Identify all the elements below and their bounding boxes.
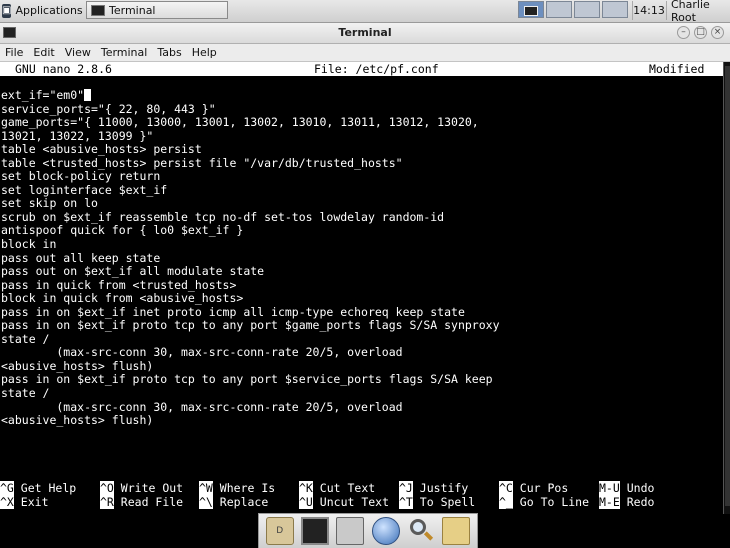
user-menu[interactable]: Charlie Root bbox=[666, 0, 730, 24]
text-cursor bbox=[84, 89, 92, 101]
editor-line: game_ports="{ 11000, 13000, 13001, 13002… bbox=[1, 115, 479, 130]
menu-help[interactable]: Help bbox=[187, 46, 222, 59]
editor-line: <abusive_hosts> flush) bbox=[1, 358, 154, 373]
terminal-icon bbox=[91, 4, 105, 16]
editor-line: set loginterface $ext_if bbox=[1, 182, 168, 197]
editor-line: block in quick from <abusive_hosts> bbox=[1, 291, 244, 306]
editor-text[interactable]: ext_if="em0" service_ports="{ 22, 80, 44… bbox=[1, 88, 716, 428]
taskbar-item-terminal[interactable]: Terminal bbox=[86, 1, 228, 19]
nano-shortcut-bar: ^G Get Help ^O Write Out ^W Where Is ^K … bbox=[0, 481, 723, 509]
editor-line: pass in on $ext_if inet proto icmp all i… bbox=[1, 304, 465, 319]
search-icon[interactable] bbox=[407, 517, 435, 545]
editor-line: pass in on $ext_if proto tcp to any port… bbox=[1, 372, 493, 387]
folder-icon[interactable] bbox=[442, 517, 471, 545]
window-titlebar[interactable]: Terminal – □ × bbox=[0, 23, 730, 44]
close-icon[interactable]: × bbox=[711, 26, 724, 39]
editor-line: pass out on $ext_if all modulate state bbox=[1, 264, 265, 279]
applications-menu-button[interactable]: ▣ Applications bbox=[2, 1, 83, 20]
nano-modified-status: Modified bbox=[649, 62, 705, 76]
shortcut-get-help: ^G Get Help bbox=[0, 481, 77, 495]
editor-line: pass in on $ext_if proto tcp to any port… bbox=[1, 318, 500, 333]
maximize-icon[interactable]: □ bbox=[694, 26, 707, 39]
shortcut-go-to-line: ^_ Go To Line bbox=[499, 495, 590, 509]
workspace-switcher bbox=[518, 1, 630, 20]
editor-line: block in bbox=[1, 237, 57, 252]
shortcut-cut-text: ^K Cut Text bbox=[299, 481, 376, 495]
shortcut-exit: ^X Exit bbox=[0, 495, 49, 509]
file-cabinet-icon[interactable] bbox=[336, 517, 365, 545]
shortcut-undo: M-U Undo bbox=[599, 481, 655, 495]
minimize-icon[interactable]: – bbox=[677, 26, 690, 39]
home-folder-icon[interactable]: D bbox=[265, 517, 294, 545]
shortcut-justify: ^J Justify bbox=[399, 481, 469, 495]
workspace-1[interactable] bbox=[518, 1, 544, 18]
workspace-2[interactable] bbox=[546, 1, 572, 18]
shortcut-uncut-text: ^U Uncut Text bbox=[299, 495, 390, 509]
applications-icon: ▣ bbox=[2, 3, 12, 18]
editor-line: ext_if="em0" bbox=[1, 88, 716, 103]
editor-line: pass in quick from <trusted_hosts> bbox=[1, 277, 237, 292]
applications-label: Applications bbox=[15, 4, 83, 17]
scrollbar-thumb[interactable] bbox=[725, 66, 730, 506]
menu-terminal[interactable]: Terminal bbox=[96, 46, 153, 59]
top-panel: ▣ Applications Terminal 14:13 Charlie Ro… bbox=[0, 0, 730, 24]
shortcut-to-spell: ^T To Spell bbox=[399, 495, 476, 509]
clock[interactable]: 14:13 bbox=[632, 1, 665, 20]
workspace-4[interactable] bbox=[602, 1, 628, 18]
editor-line: table <abusive_hosts> persist bbox=[1, 142, 202, 157]
web-browser-icon[interactable] bbox=[371, 517, 400, 545]
editor-line: (max-src-conn 30, max-src-conn-rate 20/5… bbox=[1, 345, 403, 360]
shortcut-cur-pos: ^C Cur Pos bbox=[499, 481, 569, 495]
menu-tabs[interactable]: Tabs bbox=[152, 46, 186, 59]
terminal-scrollbar[interactable] bbox=[723, 62, 730, 514]
nano-header: GNU nano 2.8.6 File: /etc/pf.conf Modifi… bbox=[0, 62, 723, 76]
editor-line: service_ports="{ 22, 80, 443 }" bbox=[1, 101, 216, 116]
menu-file[interactable]: File bbox=[0, 46, 28, 59]
shortcut-row: ^G Get Help ^O Write Out ^W Where Is ^K … bbox=[0, 481, 723, 495]
editor-line: set skip on lo bbox=[1, 196, 98, 211]
menu-edit[interactable]: Edit bbox=[28, 46, 59, 59]
shortcut-read-file: ^R Read File bbox=[100, 495, 184, 509]
editor-line: state / bbox=[1, 331, 50, 346]
nano-filename: File: /etc/pf.conf bbox=[314, 62, 439, 76]
editor-line: <abusive_hosts> flush) bbox=[1, 413, 154, 428]
editor-line: (max-src-conn 30, max-src-conn-rate 20/5… bbox=[1, 399, 403, 414]
editor-line: scrub on $ext_if reassemble tcp no-df se… bbox=[1, 209, 445, 224]
menubar: File Edit View Terminal Tabs Help bbox=[0, 44, 730, 62]
editor-line: pass out all keep state bbox=[1, 250, 161, 265]
editor-line: 13021, 13022, 13099 }" bbox=[1, 128, 154, 143]
menu-view[interactable]: View bbox=[60, 46, 96, 59]
shortcut-write-out: ^O Write Out bbox=[100, 481, 184, 495]
taskbar-item-label: Terminal bbox=[109, 3, 156, 17]
shortcut-redo: M-E Redo bbox=[599, 495, 655, 509]
bottom-dock: D bbox=[258, 513, 478, 548]
editor-line: set block-policy return bbox=[1, 169, 161, 184]
shortcut-where-is: ^W Where Is bbox=[199, 481, 276, 495]
terminal-area[interactable]: GNU nano 2.8.6 File: /etc/pf.conf Modifi… bbox=[0, 62, 723, 514]
nano-version: GNU nano 2.8.6 bbox=[15, 62, 112, 76]
shortcut-row: ^X Exit ^R Read File ^\ Replace ^U Uncut… bbox=[0, 495, 723, 509]
editor-line: state / bbox=[1, 386, 50, 401]
terminal-icon[interactable] bbox=[300, 517, 329, 545]
window-title: Terminal bbox=[338, 26, 392, 39]
editor-line: table <trusted_hosts> persist file "/var… bbox=[1, 155, 403, 170]
editor-line: antispoof quick for { lo0 $ext_if } bbox=[1, 223, 244, 238]
window-controls: – □ × bbox=[677, 26, 724, 39]
workspace-3[interactable] bbox=[574, 1, 600, 18]
shortcut-replace: ^\ Replace bbox=[199, 495, 269, 509]
